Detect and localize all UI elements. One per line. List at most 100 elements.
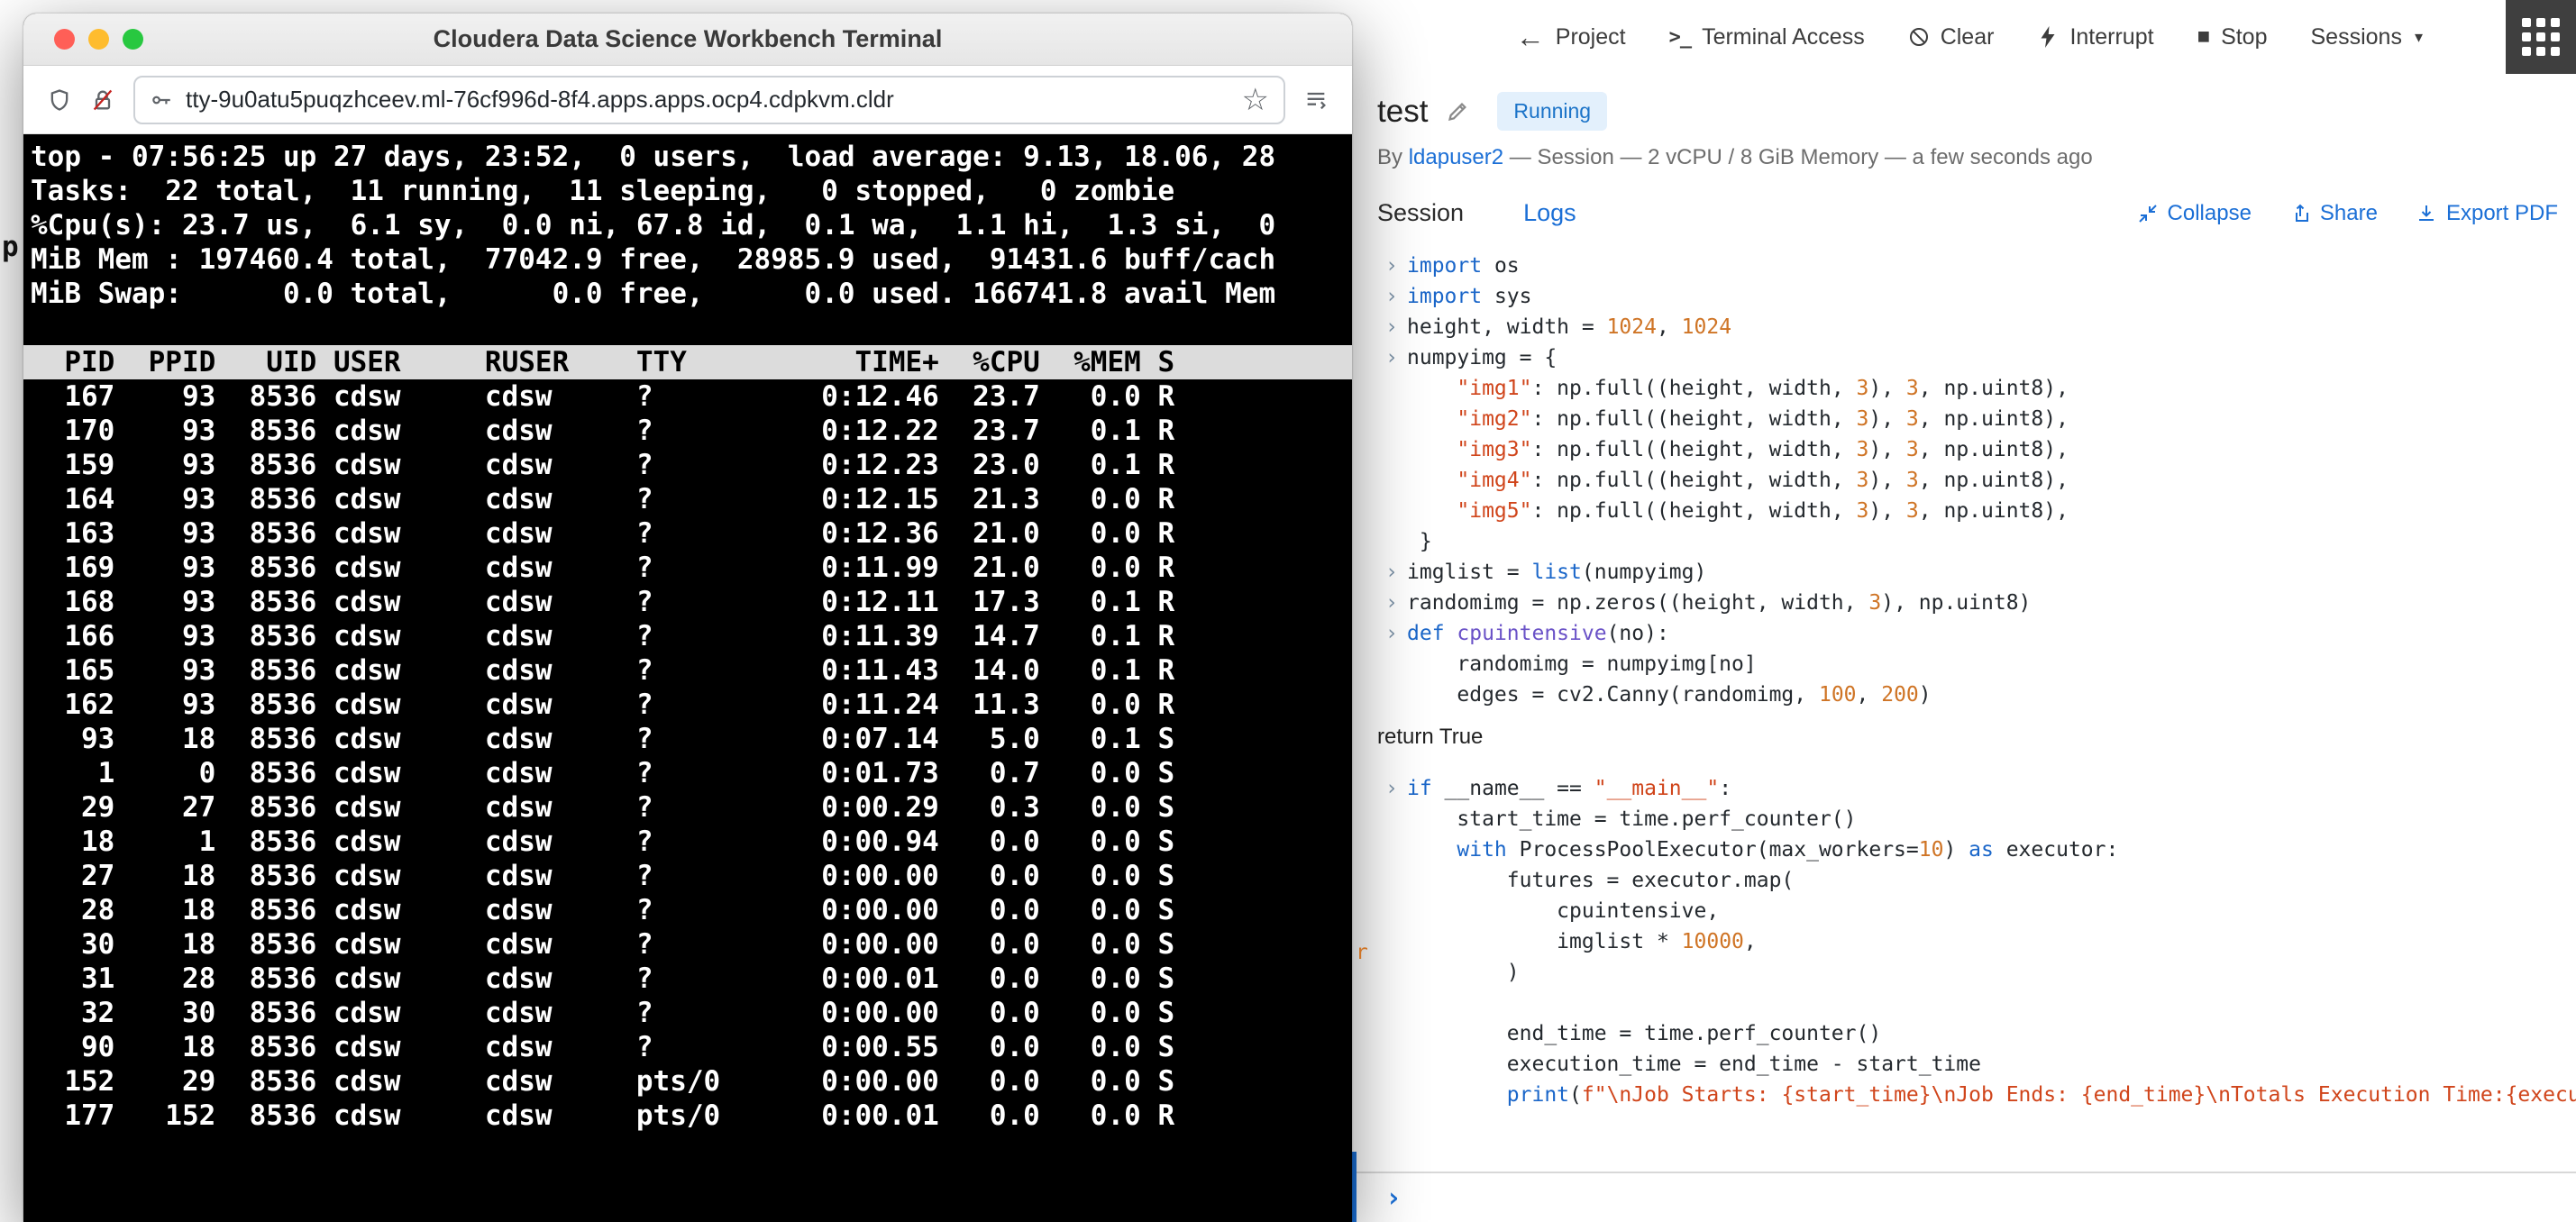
stray-glyph-left: p	[2, 231, 19, 263]
terminal-line: top - 07:56:25 up 27 days, 23:52, 0 user…	[31, 141, 1276, 173]
code-line: "img4": np.full((height, width, 3), 3, n…	[1385, 465, 2576, 496]
clear-label: Clear	[1940, 23, 1995, 50]
window-title: Cloudera Data Science Workbench Terminal	[433, 25, 943, 52]
lightning-icon	[2041, 26, 2055, 48]
terminal-window: Cloudera Data Science Workbench Terminal…	[23, 14, 1352, 1222]
sessions-label: Sessions	[2310, 23, 2402, 50]
session-actions: Collapse Share Export PDF	[2137, 201, 2558, 226]
prompt-spacer	[1385, 434, 1407, 465]
user-link[interactable]: ldapuser2	[1409, 145, 1503, 169]
process-row: 29 27 8536 cdsw cdsw ? 0:00.29 0.3 0.0 S	[31, 791, 1175, 824]
terminal-summary: top - 07:56:25 up 27 days, 23:52, 0 user…	[23, 140, 1352, 345]
export-pdf-label: Export PDF	[2445, 200, 2558, 225]
connection-icon	[152, 96, 170, 104]
prompt-spacer	[1385, 865, 1407, 896]
process-row: 170 93 8536 cdsw cdsw ? 0:12.22 23.7 0.1…	[31, 415, 1175, 447]
prompt-icon: ›	[1385, 1181, 1402, 1214]
terminal-icon: >_	[1668, 25, 1692, 49]
interrupt-button[interactable]: Interrupt	[2037, 23, 2154, 50]
prompt-chevron-icon: ›	[1385, 777, 1398, 800]
share-icon	[2295, 204, 2308, 222]
sessions-dropdown[interactable]: Sessions ▾	[2311, 24, 2424, 50]
process-row: 1 0 8536 cdsw cdsw ? 0:01.73 0.7 0.0 S	[31, 757, 1175, 789]
prompt-chevron-icon: ›	[1385, 622, 1398, 645]
tab-session[interactable]: Session	[1377, 199, 1464, 227]
prompt-spacer	[1385, 1018, 1407, 1049]
code-line: "img5": np.full((height, width, 3), 3, n…	[1385, 496, 2576, 526]
address-bar: tty-9u0atu5puqzhceev.ml-76cf996d-8f4.app…	[133, 75, 1285, 124]
app-switcher-button[interactable]	[2506, 0, 2576, 74]
project-button[interactable]: ← Project	[1516, 23, 1626, 51]
zoom-button[interactable]	[123, 29, 143, 50]
byline-prefix: By	[1377, 145, 1403, 169]
process-row: 31 28 8536 cdsw cdsw ? 0:00.01 0.0 0.0 S	[31, 962, 1175, 995]
terminal-screen[interactable]: top - 07:56:25 up 27 days, 23:52, 0 user…	[23, 134, 1352, 1222]
prompt-chevron-icon: ›	[1385, 254, 1398, 278]
byline-details: — Session — 2 vCPU / 8 GiB Memory — a fe…	[1509, 145, 2093, 169]
project-label: Project	[1555, 23, 1626, 50]
process-row: 93 18 8536 cdsw cdsw ? 0:07.14 5.0 0.1 S	[31, 723, 1175, 755]
process-row: 164 93 8536 cdsw cdsw ? 0:12.15 21.3 0.0…	[31, 483, 1175, 515]
code-line: randomimg = numpyimg[no]	[1385, 649, 2576, 679]
prompt-spacer	[1385, 804, 1407, 834]
code-block-2: › if __name__ == "__main__": start_time =…	[1385, 773, 2576, 1110]
top-navbar: ← Project >_ Terminal Access Clear Inter…	[1352, 0, 2576, 74]
prompt-chevron-icon: ›	[1385, 285, 1398, 308]
collapse-button[interactable]: Collapse	[2137, 201, 2252, 226]
terminal-access-button[interactable]: >_ Terminal Access	[1669, 24, 1865, 50]
download-icon	[2418, 205, 2434, 221]
process-row: 32 30 8536 cdsw cdsw ? 0:00.00 0.0 0.0 S	[31, 997, 1175, 1029]
status-badge: Running	[1497, 92, 1608, 131]
prompt-spacer	[1385, 988, 1407, 1018]
prompt-spacer	[1385, 957, 1407, 988]
prompt-spacer	[1385, 496, 1407, 526]
prompt-spacer	[1385, 896, 1407, 926]
code-line: › imglist = list(numpyimg)	[1385, 557, 2576, 588]
clear-button[interactable]: Clear	[1908, 23, 1995, 50]
code-block-1: › import os › import sys › height, width = 10…	[1385, 251, 2576, 710]
export-pdf-button[interactable]: Export PDF	[2416, 201, 2558, 226]
code-line: "img2": np.full((height, width, 3), 3, n…	[1385, 404, 2576, 434]
code-line: › import os	[1385, 251, 2576, 281]
process-row: 177 152 8536 cdsw cdsw pts/0 0:00.01 0.0…	[31, 1099, 1175, 1132]
session-console: › import os › import sys › height, width = 10…	[1352, 251, 2576, 1110]
terminal-line: MiB Swap: 0.0 total, 0.0 free, 0.0 used.…	[31, 278, 1276, 310]
tab-bar: Session Logs	[1377, 199, 1576, 227]
reading-list-icon[interactable]	[1303, 87, 1329, 113]
terminal-line: Tasks: 22 total, 11 running, 11 sleeping…	[31, 175, 1175, 207]
clear-icon	[1909, 28, 1928, 46]
collapse-label: Collapse	[2167, 200, 2252, 225]
prompt-spacer	[1385, 834, 1407, 865]
process-row: 27 18 8536 cdsw cdsw ? 0:00.00 0.0 0.0 S	[31, 860, 1175, 892]
stop-button[interactable]: ■ Stop	[2197, 24, 2268, 50]
insecure-lock-icon[interactable]	[90, 87, 115, 113]
process-row: 166 93 8536 cdsw cdsw ? 0:11.39 14.7 0.1…	[31, 620, 1175, 652]
prompt-spacer	[1385, 649, 1407, 679]
close-button[interactable]	[54, 29, 75, 50]
code-line: start_time = time.perf_counter()	[1385, 804, 2576, 834]
console-input[interactable]: ›	[1352, 1172, 2576, 1222]
interrupt-label: Interrupt	[2069, 23, 2154, 50]
shield-icon[interactable]	[47, 87, 72, 113]
tab-logs[interactable]: Logs	[1523, 199, 1576, 227]
edit-icon[interactable]	[1446, 99, 1470, 123]
code-line: end_time = time.perf_counter()	[1385, 1018, 2576, 1049]
code-line: with ProcessPoolExecutor(max_workers=10)…	[1385, 834, 2576, 865]
share-button[interactable]: Share	[2289, 201, 2378, 226]
cdsw-panel: ← Project >_ Terminal Access Clear Inter…	[1352, 0, 2576, 1222]
code-line: "img1": np.full((height, width, 3), 3, n…	[1385, 373, 2576, 404]
process-row: 167 93 8536 cdsw cdsw ? 0:12.46 23.7 0.0…	[31, 380, 1175, 413]
bookmark-star-icon[interactable]: ☆	[1242, 85, 1269, 115]
url-input[interactable]: tty-9u0atu5puqzhceev.ml-76cf996d-8f4.app…	[186, 86, 1229, 114]
prompt-spacer	[1385, 679, 1407, 710]
prompt-chevron-icon: ›	[1385, 315, 1398, 339]
code-line: cpuintensive,	[1385, 896, 2576, 926]
stop-label: Stop	[2221, 23, 2268, 50]
process-row: 163 93 8536 cdsw cdsw ? 0:12.36 21.0 0.0…	[31, 517, 1175, 550]
minimize-button[interactable]	[88, 29, 109, 50]
code-line: edges = cv2.Canny(randomimg, 100, 200)	[1385, 679, 2576, 710]
prompt-spacer	[1385, 1049, 1407, 1080]
browser-toolbar: tty-9u0atu5puqzhceev.ml-76cf996d-8f4.app…	[23, 66, 1352, 134]
process-row: 159 93 8536 cdsw cdsw ? 0:12.23 23.0 0.1…	[31, 449, 1175, 481]
